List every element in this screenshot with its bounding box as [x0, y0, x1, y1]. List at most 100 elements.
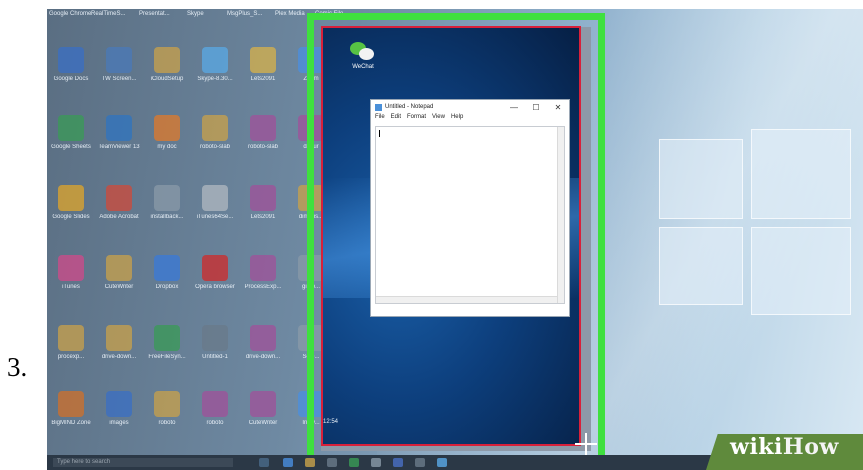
desktop-icon-label: CuteWriter	[248, 420, 278, 426]
selection-frame: WeChat Untitled - Notepad — ☐ ✕ File Edi…	[307, 13, 605, 465]
menu-help[interactable]: Help	[451, 114, 463, 124]
desktop-icon[interactable]: Untitled-1	[191, 325, 239, 361]
desktop-app-icon	[154, 391, 180, 417]
close-button[interactable]: ✕	[547, 103, 569, 112]
capture-region[interactable]: WeChat Untitled - Notepad — ☐ ✕ File Edi…	[321, 26, 581, 446]
desktop-icon-label: FreeFileSyn...	[148, 354, 186, 360]
desktop-icon[interactable]: roboto	[143, 391, 191, 427]
text-caret	[379, 130, 380, 137]
watermark-wiki: wiki	[730, 434, 783, 460]
desktop-icon[interactable]: installback...	[143, 185, 191, 221]
desktop-app-icon	[202, 115, 228, 141]
step-number: 3.	[7, 352, 28, 382]
desktop-icon[interactable]: Opera browser	[191, 255, 239, 291]
desktop-icon[interactable]: Skype-8.30...	[191, 47, 239, 83]
app-icon[interactable]	[349, 458, 359, 467]
desktop-app-icon	[202, 391, 228, 417]
desktop-icon[interactable]: TW Screen...	[95, 47, 143, 83]
notepad-text-area[interactable]	[375, 126, 565, 304]
desktop-app-icon	[202, 255, 228, 281]
desktop-icon-label: my doc	[157, 144, 177, 150]
desktop-app-icon	[106, 391, 132, 417]
desktop-icon[interactable]: TeamViewer 13	[95, 115, 143, 151]
desktop-app-icon	[58, 391, 84, 417]
desktop-icon-label: CuteWriter	[104, 284, 134, 290]
desktop-icon-label: roboto-slab	[247, 144, 279, 150]
horizontal-scrollbar[interactable]	[376, 296, 557, 303]
desktop-icon-label: images	[109, 420, 129, 426]
wechat-label: WeChat	[352, 64, 374, 70]
app-icon[interactable]	[415, 458, 425, 467]
menu-format[interactable]: Format	[407, 114, 426, 124]
desktop-icon[interactable]: Dropbox	[143, 255, 191, 291]
edge-icon[interactable]	[283, 458, 293, 467]
desktop-app-icon	[106, 325, 132, 351]
desktop-icon[interactable]: CuteWriter	[95, 255, 143, 291]
desktop-icon[interactable]: Adobe Acrobat	[95, 185, 143, 221]
desktop-icon[interactable]: Google Slides	[47, 185, 95, 221]
desktop-icon[interactable]: Google Docs	[47, 47, 95, 83]
desktop-app-icon	[58, 47, 84, 73]
wechat-shortcut[interactable]: WeChat	[343, 40, 383, 70]
desktop-icon[interactable]: roboto-slab	[239, 115, 287, 151]
app-icon[interactable]	[393, 458, 403, 467]
desktop-icon[interactable]: my doc	[143, 115, 191, 151]
desktop-icon[interactable]: procexp...	[47, 325, 95, 361]
desktop-icon[interactable]: iTunes	[47, 255, 95, 291]
desktop-icon-label: iTunes64Se...	[196, 214, 234, 220]
desktop-icon[interactable]: ProcessExp...	[239, 255, 287, 291]
desktop-icon[interactable]: Lets2091	[239, 185, 287, 221]
file-explorer-icon[interactable]	[305, 458, 315, 467]
desktop-app-icon	[106, 47, 132, 73]
desktop-icon-label: drive-down...	[245, 354, 281, 360]
desktop-icon-label: Google Sheets	[51, 144, 91, 150]
desktop-icon[interactable]: CuteWriter	[239, 391, 287, 427]
desktop-icon-label: roboto	[158, 420, 176, 426]
store-icon[interactable]	[327, 458, 337, 467]
desktop-icon-label: roboto	[206, 420, 224, 426]
desktop-screenshot: Google Chrome RealTimeS... Presentat... …	[47, 9, 863, 470]
desktop-app-icon	[250, 115, 276, 141]
desktop-icon[interactable]: iCloudSetup	[143, 47, 191, 83]
desktop-icon[interactable]: FreeFileSyn...	[143, 325, 191, 361]
windows-logo	[659, 119, 859, 319]
desktop-app-icon	[106, 115, 132, 141]
menu-view[interactable]: View	[432, 114, 445, 124]
desktop-app-icon	[154, 115, 180, 141]
notepad-titlebar[interactable]: Untitled - Notepad — ☐ ✕	[371, 100, 569, 114]
desktop-icon[interactable]: drive-down...	[239, 325, 287, 361]
desktop-icon[interactable]: drive-down...	[95, 325, 143, 361]
desktop-icon[interactable]: Google Sheets	[47, 115, 95, 151]
desktop-icon-label: Untitled-1	[202, 354, 228, 360]
notepad-title: Untitled - Notepad	[385, 104, 434, 110]
taskbar-search[interactable]: Type here to search	[53, 458, 233, 467]
notepad-window[interactable]: Untitled - Notepad — ☐ ✕ File Edit Forma…	[370, 99, 570, 317]
app-icon[interactable]	[437, 458, 447, 467]
desktop-app-icon	[58, 115, 84, 141]
desktop-app-icon	[250, 391, 276, 417]
desktop-app-icon	[250, 185, 276, 211]
desktop-icon-label: Skype-8.30...	[197, 76, 233, 82]
desktop-icon[interactable]: iTunes64Se...	[191, 185, 239, 221]
desktop-icon-grid: Google Docs TW Screen... iCloudSetup Skype-…	[47, 9, 347, 470]
start-icon[interactable]	[259, 458, 269, 467]
app-icon[interactable]	[371, 458, 381, 467]
menu-edit[interactable]: Edit	[391, 114, 401, 124]
desktop-icon[interactable]: roboto-slab	[191, 115, 239, 151]
desktop-icon-label: Lets2091	[250, 214, 276, 220]
desktop-app-icon	[106, 185, 132, 211]
desktop-icon-label: Google Docs	[53, 76, 89, 82]
crosshair-cursor-icon	[575, 433, 597, 455]
menu-file[interactable]: File	[375, 114, 385, 124]
desktop-app-icon	[58, 325, 84, 351]
desktop-icon-label: BigMIND Zone	[51, 420, 91, 426]
desktop-icon[interactable]: images	[95, 391, 143, 427]
vertical-scrollbar[interactable]	[557, 127, 564, 303]
maximize-button[interactable]: ☐	[525, 103, 547, 112]
minimize-button[interactable]: —	[503, 103, 525, 112]
desktop-icon[interactable]: roboto	[191, 391, 239, 427]
clock: 12:54	[323, 419, 339, 425]
desktop-icon[interactable]: Lets2091	[239, 47, 287, 83]
desktop-app-icon	[250, 255, 276, 281]
desktop-icon[interactable]: BigMIND Zone	[47, 391, 95, 427]
